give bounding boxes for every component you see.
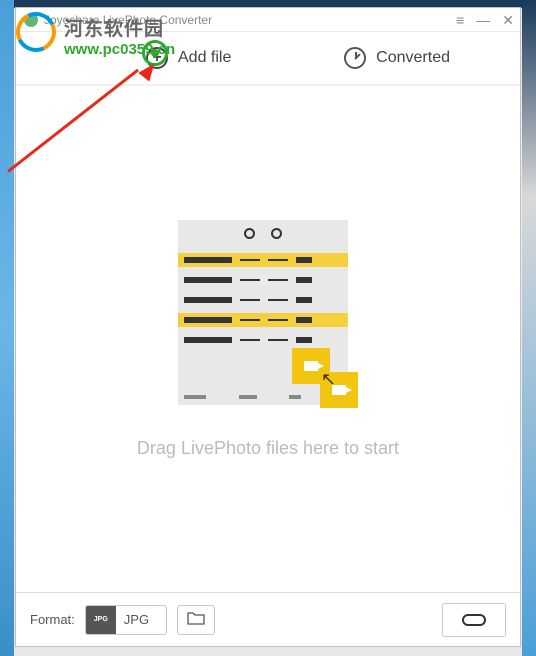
convert-button[interactable] [442, 603, 506, 637]
close-button[interactable]: ✕ [502, 13, 514, 27]
format-value: JPG [116, 612, 166, 627]
app-icon [24, 13, 38, 27]
minimize-button[interactable]: — [476, 13, 490, 27]
folder-icon [187, 611, 205, 628]
app-window: Joyoshare LivePhoto Converter ≡ — ✕ Add … [15, 7, 521, 647]
convert-icon [462, 614, 486, 626]
tab-add-file-label: Add file [178, 49, 231, 67]
clock-icon [344, 47, 366, 69]
tab-bar: Add file Converted [16, 32, 520, 86]
titlebar: Joyoshare LivePhoto Converter ≡ — ✕ [16, 8, 520, 32]
cursor-icon: ↖ [321, 369, 336, 390]
format-select[interactable]: JPG JPG [85, 605, 167, 635]
footer-bar: Format: JPG JPG [16, 592, 520, 646]
tab-converted[interactable]: Converted [344, 47, 450, 69]
drop-zone[interactable]: ↖ Drag LivePhoto files here to start [16, 86, 520, 592]
format-file-icon: JPG [86, 605, 116, 635]
menu-icon[interactable]: ≡ [456, 13, 464, 27]
tab-converted-label: Converted [376, 49, 450, 67]
app-title: Joyoshare LivePhoto Converter [44, 13, 456, 27]
browse-folder-button[interactable] [177, 605, 215, 635]
format-label: Format: [30, 612, 75, 627]
livephoto-illustration: ↖ [178, 220, 358, 420]
window-controls: ≡ — ✕ [456, 13, 514, 27]
drop-hint-text: Drag LivePhoto files here to start [137, 438, 399, 459]
